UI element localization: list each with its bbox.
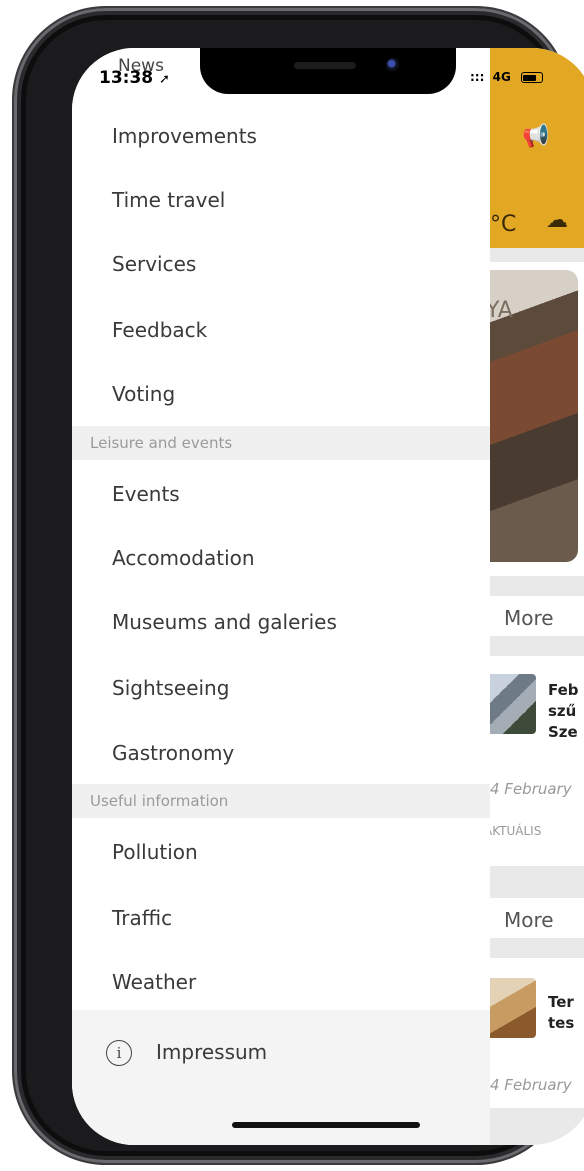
notch bbox=[200, 48, 456, 94]
menu-item-museums[interactable]: Museums and galeries bbox=[112, 610, 337, 634]
megaphone-icon[interactable]: 📢 bbox=[522, 124, 549, 149]
section-label-useful: Useful information bbox=[90, 792, 229, 810]
menu-item-gastronomy[interactable]: Gastronomy bbox=[112, 741, 234, 765]
menu-item-sightseeing[interactable]: Sightseeing bbox=[112, 676, 229, 700]
featured-card-text: YA bbox=[490, 298, 513, 323]
temperature: °C bbox=[490, 212, 517, 237]
navigation-drawer: Improvements Time travel Services Feedba… bbox=[72, 48, 490, 1145]
menu-item-accomodation[interactable]: Accomodation bbox=[112, 546, 255, 570]
home-indicator[interactable] bbox=[232, 1122, 420, 1128]
menu-item-pollution[interactable]: Pollution bbox=[112, 840, 198, 864]
section-header-useful: Useful information bbox=[72, 784, 490, 818]
section-header-leisure: Leisure and events bbox=[72, 426, 490, 460]
more-link-2[interactable]: More bbox=[504, 908, 554, 932]
news-title-2-line-2: tes bbox=[548, 1014, 575, 1032]
news-thumbnail-2 bbox=[490, 978, 536, 1038]
front-camera bbox=[386, 58, 400, 72]
news-date-2: 4 February bbox=[490, 1076, 572, 1094]
menu-item-services[interactable]: Services bbox=[112, 252, 196, 276]
info-icon: i bbox=[106, 1040, 132, 1066]
more-link-1[interactable]: More bbox=[504, 606, 554, 630]
screen: 📢 °C ☁ YA More Feb szű Sze 4 February AK… bbox=[72, 48, 584, 1145]
menu-item-voting[interactable]: Voting bbox=[112, 382, 175, 406]
section-label-leisure: Leisure and events bbox=[90, 434, 233, 452]
speaker bbox=[294, 62, 356, 69]
menu-item-feedback[interactable]: Feedback bbox=[112, 318, 207, 342]
news-title-1-line-2: szű bbox=[548, 702, 577, 720]
status-indicators: ::: 4G bbox=[470, 70, 543, 84]
menu-item-time-travel[interactable]: Time travel bbox=[112, 188, 225, 212]
cloud-icon: ☁ bbox=[546, 208, 568, 233]
phone-frame: 📢 °C ☁ YA More Feb szű Sze 4 February AK… bbox=[14, 8, 584, 1163]
impressum-label: Impressum bbox=[156, 1040, 268, 1064]
news-title-1-line-1: Feb bbox=[548, 681, 579, 699]
battery-icon bbox=[520, 72, 543, 83]
news-date-1: 4 February bbox=[490, 780, 572, 798]
signal-icon: ::: bbox=[470, 70, 485, 84]
menu-item-traffic[interactable]: Traffic bbox=[112, 906, 172, 930]
location-arrow-icon: ➚ bbox=[159, 72, 170, 87]
menu-item-events[interactable]: Events bbox=[112, 482, 180, 506]
menu-item-improvements[interactable]: Improvements bbox=[112, 124, 257, 148]
menu-item-weather[interactable]: Weather bbox=[112, 970, 196, 994]
status-time-text: 13:38 bbox=[99, 68, 154, 88]
network-label: 4G bbox=[492, 70, 511, 84]
news-title-2-line-1: Ter bbox=[548, 993, 574, 1011]
status-time: 13:38 ➚ bbox=[99, 68, 170, 88]
news-title-1-line-3: Sze bbox=[548, 723, 578, 741]
news-category-1: AKTUÁLIS bbox=[490, 824, 542, 838]
background-app: 📢 °C ☁ YA More Feb szű Sze 4 February AK… bbox=[490, 48, 584, 1145]
news-thumbnail-1 bbox=[490, 674, 536, 734]
